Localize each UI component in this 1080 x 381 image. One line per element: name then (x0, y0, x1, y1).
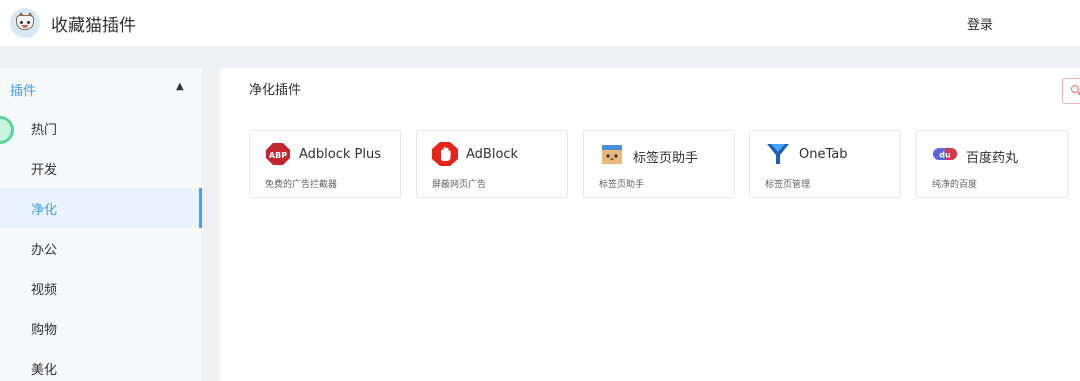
sidebar-group-plugins[interactable]: 插件 ▲ (0, 68, 202, 108)
tab-helper-icon (602, 145, 622, 164)
chevron-up-icon: ▲ (176, 81, 184, 92)
sidebar-item-beautify[interactable]: 美化 (0, 348, 202, 381)
plugin-card-baidu-pill[interactable]: du 百度药丸 纯净的百度 (916, 130, 1068, 198)
plugin-card-adblock-plus[interactable]: ABP Adblock Plus 免费的广告拦截器 (249, 130, 401, 198)
adblock-hand-icon (432, 142, 458, 166)
baidu-pill-icon: du (933, 148, 957, 160)
sidebar-item-office[interactable]: 办公 (0, 228, 202, 268)
sidebar-item-label: 购物 (31, 323, 58, 338)
header-divider (0, 46, 1080, 68)
plugin-card-adblock[interactable]: AdBlock 屏蔽网页广告 (416, 130, 568, 198)
sidebar-item-label: 净化 (31, 203, 58, 218)
plugin-card-onetab[interactable]: OneTab 标签页管理 (749, 130, 901, 198)
app-title[interactable]: 收藏猫插件 (51, 11, 136, 36)
plugin-card-tab-helper[interactable]: 标签页助手 标签页助手 (583, 130, 735, 198)
plugin-description: 屏蔽网页广告 (432, 180, 487, 190)
sidebar: 插件 ▲ 热门 开发 净化 办公 视频 购物 美化 (0, 68, 202, 381)
plugin-description: 标签页助手 (599, 180, 645, 190)
plugin-description: 标签页管理 (765, 180, 811, 190)
plugin-name: 标签页助手 (633, 151, 699, 166)
sidebar-item-dev[interactable]: 开发 (0, 148, 202, 188)
sidebar-item-label: 办公 (31, 243, 58, 258)
abp-icon: ABP (266, 143, 290, 165)
cat-logo-icon[interactable] (10, 8, 40, 38)
plugin-description: 免费的广告拦截器 (265, 180, 338, 190)
sidebar-item-label: 热门 (31, 123, 58, 138)
login-link[interactable]: 登录 (967, 14, 993, 33)
plugin-name: 百度药丸 (966, 151, 1019, 166)
plugin-name: Adblock Plus (299, 147, 382, 162)
plugin-name: OneTab (799, 147, 848, 162)
page-title: 净化插件 (249, 83, 302, 98)
svg-text:ABP: ABP (269, 151, 287, 160)
sidebar-item-purify[interactable]: 净化 (0, 188, 202, 228)
sidebar-item-label: 美化 (31, 363, 58, 378)
onetab-funnel-icon (767, 144, 789, 164)
sidebar-item-label: 视频 (31, 283, 58, 298)
sidebar-item-hot[interactable]: 热门 (0, 108, 202, 148)
top-header: 收藏猫插件 登录 (0, 0, 1080, 46)
sidebar-item-shopping[interactable]: 购物 (0, 308, 202, 348)
sidebar-item-label: 开发 (31, 163, 58, 178)
content-gap (202, 68, 220, 381)
search-button[interactable] (1062, 78, 1080, 104)
sidebar-group-label: 插件 (10, 84, 37, 99)
plugin-description: 纯净的百度 (932, 180, 978, 190)
main-panel: 净化插件 ABP Adblock Plus 免费的广告拦截器 AdBlock 屏… (220, 68, 1080, 381)
sidebar-item-video[interactable]: 视频 (0, 268, 202, 308)
svg-text:du: du (939, 151, 951, 160)
plugin-name: AdBlock (466, 147, 519, 162)
